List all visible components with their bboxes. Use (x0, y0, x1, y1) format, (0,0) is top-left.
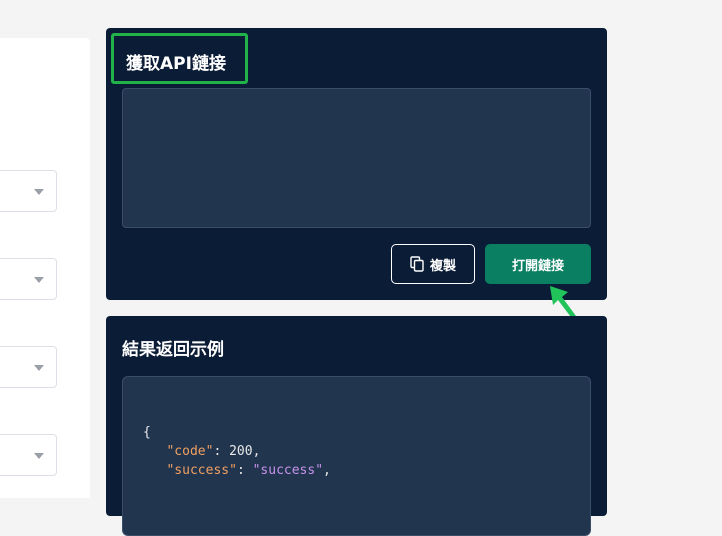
select-field-3[interactable] (0, 346, 57, 388)
open-link-button[interactable]: 打開鏈接 (485, 244, 591, 284)
chevron-down-icon (34, 277, 44, 283)
copy-icon (410, 256, 424, 272)
code-line-code: "code": 200, (166, 444, 261, 459)
code-line-success: "success": "success", (166, 463, 331, 478)
result-code-block: { "code": 200, "success": "success", (122, 376, 591, 536)
left-form-panel (0, 38, 90, 498)
copy-button[interactable]: 複製 (391, 244, 475, 284)
api-url-box[interactable] (122, 88, 591, 228)
chevron-down-icon (34, 365, 44, 371)
result-example-card: 結果返回示例 { "code": 200, "success": "succes… (106, 316, 607, 536)
api-card-title: 獲取API鏈接 (111, 33, 248, 84)
result-card-title: 結果返回示例 (122, 340, 224, 360)
select-field-2[interactable] (0, 258, 57, 300)
open-link-button-label: 打開鏈接 (511, 258, 564, 274)
select-field-1[interactable] (0, 170, 57, 212)
chevron-down-icon (34, 453, 44, 459)
api-link-card: 獲取API鏈接 複製 打開鏈接 (106, 28, 607, 300)
select-field-4[interactable] (0, 434, 57, 476)
code-line-open: { (143, 425, 151, 440)
chevron-down-icon (34, 189, 44, 195)
copy-button-label: 複製 (429, 258, 456, 274)
